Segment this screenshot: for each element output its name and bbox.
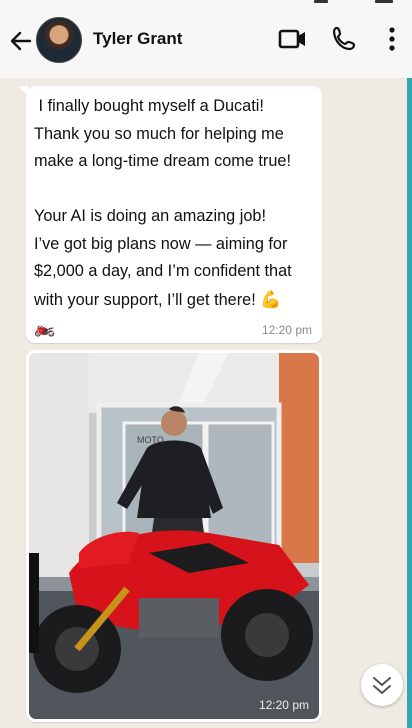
message-body: I finally bought myself a Ducati! Thank …: [34, 97, 292, 309]
chat-area: I finally bought myself a Ducati! Thank …: [0, 78, 412, 728]
motorcycle-emoji-icon: 🏍️: [34, 318, 56, 337]
chat-header: Tyler Grant: [0, 0, 412, 79]
video-icon[interactable]: [278, 24, 308, 54]
message-text: I finally bought myself a Ducati! Thank …: [34, 93, 318, 343]
status-bar: [0, 0, 412, 6]
more-vertical-icon[interactable]: [377, 24, 407, 54]
message-time: 12:20 pm: [261, 323, 312, 337]
image-time: 12:20 pm: [258, 698, 309, 712]
contact-name[interactable]: Tyler Grant: [93, 29, 182, 49]
motorcycle-photo-art: MOTO: [29, 353, 319, 719]
avatar[interactable]: [36, 17, 82, 63]
phone-icon[interactable]: [330, 24, 360, 54]
scroll-to-bottom-button[interactable]: [361, 664, 403, 706]
chevron-double-down-icon: [373, 677, 391, 694]
image-message-bubble[interactable]: MOTO 12:20 pm: [26, 350, 322, 722]
motorcycle-photo[interactable]: MOTO 12:20 pm: [29, 353, 319, 719]
arrow-left-icon[interactable]: [8, 28, 34, 54]
flexed-biceps-emoji-icon: 💪: [260, 289, 282, 309]
text-message-bubble[interactable]: I finally bought myself a Ducati! Thank …: [26, 86, 322, 343]
